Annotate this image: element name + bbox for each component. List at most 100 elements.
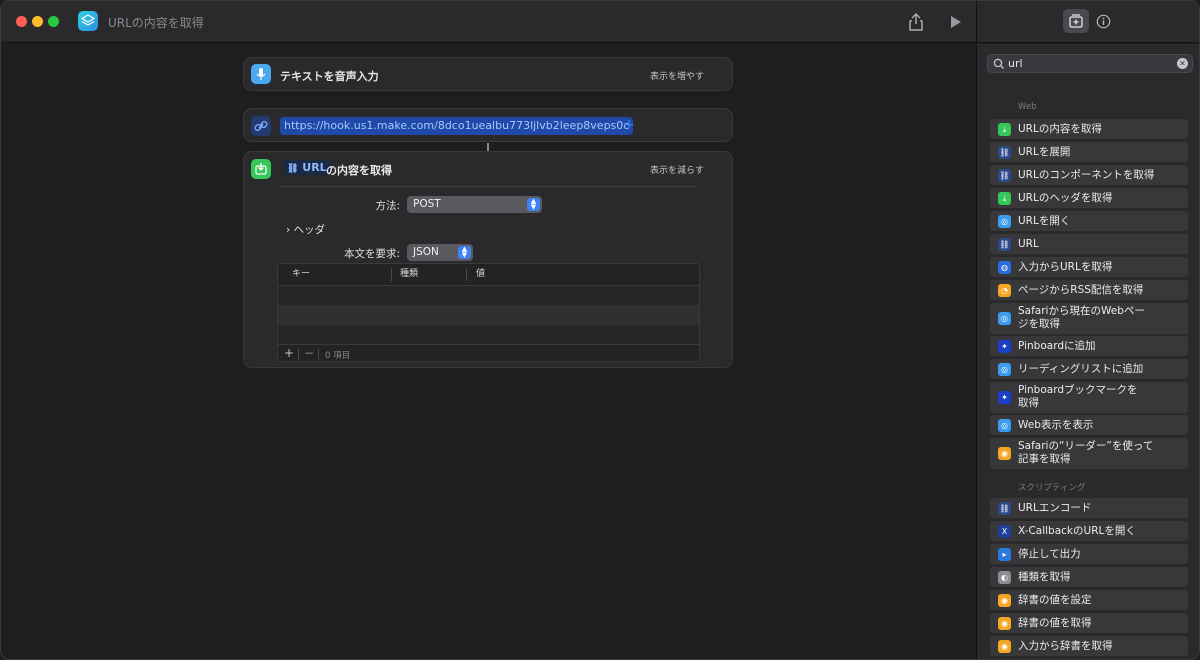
action-library-sidebar: ✕ Web ⤓ URLの内容を取得 ⛓ URLを展開 ⛓ URLのコンポーネントを取得 ⤓ UR… <box>976 44 1199 659</box>
sidebar-action-item[interactable]: ⛓ URLを展開 <box>990 142 1188 162</box>
action-label: 辞書の値を取得 <box>1018 617 1092 629</box>
download-icon: ⤓ <box>998 192 1011 205</box>
sidebar-action-item[interactable]: ⤓ URLの内容を取得 <box>990 119 1188 139</box>
sidebar-action-item[interactable]: ⛓ URLのコンポーネントを取得 <box>990 165 1188 185</box>
library-icon <box>1069 14 1083 28</box>
table-row[interactable] <box>278 305 699 325</box>
sidebar-action-item[interactable]: ◉ 辞書の値を取得 <box>990 613 1188 633</box>
action-label: URL <box>1018 238 1039 250</box>
info-icon[interactable] <box>1096 14 1111 32</box>
sidebar-action-item[interactable]: ✦ Pinboardブックマークを 取得 <box>990 382 1188 413</box>
action-label: 種類を取得 <box>1018 571 1071 583</box>
safari-icon: ◎ <box>998 312 1011 325</box>
sidebar-action-item[interactable]: ◎ リーディングリストに追加 <box>990 359 1188 379</box>
search-field[interactable]: ✕ <box>987 54 1193 73</box>
action-label: 入力から辞書を取得 <box>1018 640 1113 652</box>
request-body-select[interactable]: JSON ▲ ▼ <box>407 244 473 261</box>
minimize-window-button[interactable] <box>32 16 43 27</box>
action-label: 辞書の値を設定 <box>1018 594 1092 606</box>
action-label: URLの内容を取得 <box>1018 123 1102 135</box>
sidebar-action-item[interactable]: ◉ Safariの“リーダー”を使って 記事を取得 <box>990 438 1188 469</box>
divider <box>278 186 698 187</box>
run-play-icon[interactable] <box>949 14 963 30</box>
action-label: Web表示を表示 <box>1018 419 1094 431</box>
dictate-text-action[interactable]: テキストを音声入力 表示を増やす <box>243 57 733 91</box>
microphone-icon <box>251 64 271 84</box>
url-variable-token[interactable]: ⛓ URL <box>284 160 330 175</box>
sidebar-action-item[interactable]: ◉ 辞書の値を設定 <box>990 590 1188 610</box>
get-contents-title: の内容を取得 <box>326 164 392 177</box>
action-label: X-CallbackのURLを開く <box>1018 525 1136 537</box>
show-more-button[interactable]: 表示を増やす <box>650 69 704 82</box>
sidebar-toolbar <box>976 1 1199 43</box>
column-header-type: 種類 <box>400 269 419 279</box>
sidebar-action-item[interactable]: X X-CallbackのURLを開く <box>990 521 1188 541</box>
get-contents-of-url-action[interactable]: ⛓ URL の内容を取得 表示を減らす 方法: POST ▲ ▼ › ヘッダ 本文… <box>243 151 733 368</box>
sidebar-action-item[interactable]: ◎ Safariから現在のWebペー ジを取得 <box>990 303 1188 334</box>
action-label: URLのヘッダを取得 <box>1018 192 1113 204</box>
url-value-field[interactable]: https://hook.us1.make.com/8dco1uealbu773… <box>280 117 634 135</box>
url-action[interactable]: https://hook.us1.make.com/8dco1uealbu773… <box>243 108 733 142</box>
section-header: Web <box>1018 102 1037 112</box>
link-icon <box>251 116 271 136</box>
sidebar-action-item[interactable]: ◎ Web表示を表示 <box>990 415 1188 435</box>
close-window-button[interactable] <box>16 16 27 27</box>
sidebar-action-item[interactable]: ◎ URLを開く <box>990 211 1188 231</box>
action-label: 停止して出力 <box>1018 548 1081 560</box>
dictionary-icon: ◉ <box>998 617 1011 630</box>
sidebar-action-item[interactable]: ◔ ページからRSS配信を取得 <box>990 280 1188 300</box>
link-icon: ⛓ <box>998 146 1011 159</box>
safari-icon: ◎ <box>998 363 1011 376</box>
link-icon: ⛓ <box>998 169 1011 182</box>
footer-separator <box>298 349 299 360</box>
action-label: Pinboardブックマークを <box>1018 384 1138 396</box>
action-label-continued: 記事を取得 <box>1018 453 1071 465</box>
json-body-table: キー 種類 値 + − 0 項目 <box>277 263 700 362</box>
url-token-label: URL <box>302 161 327 174</box>
headers-disclosure[interactable]: › ヘッダ <box>286 222 325 237</box>
show-less-button[interactable]: 表示を減らす <box>650 163 704 176</box>
action-label: Safariから現在のWebペー <box>1018 305 1145 317</box>
table-row[interactable] <box>278 325 699 345</box>
sidebar-action-item[interactable]: ⛓ URL <box>990 234 1188 254</box>
table-row[interactable] <box>278 285 699 305</box>
action-label: リーディングリストに追加 <box>1018 363 1144 375</box>
sidebar-action-item[interactable]: ◍ 入力からURLを取得 <box>990 257 1188 277</box>
footer-separator <box>318 349 319 360</box>
request-body-value: JSON <box>413 246 439 258</box>
sidebar-action-item[interactable]: ◐ 種類を取得 <box>990 567 1188 587</box>
safari-icon: ◎ <box>998 419 1011 432</box>
sidebar-action-item[interactable]: ▸ 停止して出力 <box>990 544 1188 564</box>
table-footer: + − 0 項目 <box>278 344 699 361</box>
method-select[interactable]: POST ▲ ▼ <box>407 196 542 213</box>
window-title: URLの内容を取得 <box>108 16 204 30</box>
search-input[interactable] <box>1008 57 1168 70</box>
action-library-button[interactable] <box>1063 9 1089 33</box>
pin-icon: ✦ <box>998 391 1011 404</box>
sidebar-action-item[interactable]: ◉ 入力から辞書を取得 <box>990 636 1188 656</box>
link-icon: ⛓ <box>998 502 1011 515</box>
editor-canvas: テキストを音声入力 表示を増やす https://hook.us1.make.c… <box>1 44 976 659</box>
shortcuts-window: URLの内容を取得 テキストを音声入力 表示を増やす https://hook.… <box>0 0 1200 660</box>
action-label-continued: 取得 <box>1018 397 1039 409</box>
sidebar-action-item[interactable]: ⤓ URLのヘッダを取得 <box>990 188 1188 208</box>
dictionary-icon: ◉ <box>998 640 1011 653</box>
reader-icon: ◉ <box>998 447 1011 460</box>
sidebar-action-item[interactable]: ✦ Pinboardに追加 <box>990 336 1188 356</box>
action-label: Pinboardに追加 <box>1018 340 1096 352</box>
method-label: 方法: <box>375 200 400 212</box>
share-icon[interactable] <box>907 12 925 32</box>
action-label: URLを開く <box>1018 215 1071 227</box>
download-icon <box>251 159 271 179</box>
add-row-button[interactable]: + <box>284 346 294 360</box>
remove-row-button[interactable]: − <box>304 346 314 360</box>
sidebar-action-item[interactable]: ⛓ URLエンコード <box>990 498 1188 518</box>
column-header-value: 値 <box>476 269 486 279</box>
zoom-window-button[interactable] <box>48 16 59 27</box>
add-url-button[interactable]: + <box>623 117 635 133</box>
action-label-continued: ジを取得 <box>1018 318 1060 330</box>
flow-connector <box>487 143 489 151</box>
clear-search-icon[interactable]: ✕ <box>1177 58 1188 69</box>
chevron-updown-icon: ▲ ▼ <box>458 246 471 259</box>
link-icon: ⛓ <box>287 164 299 174</box>
